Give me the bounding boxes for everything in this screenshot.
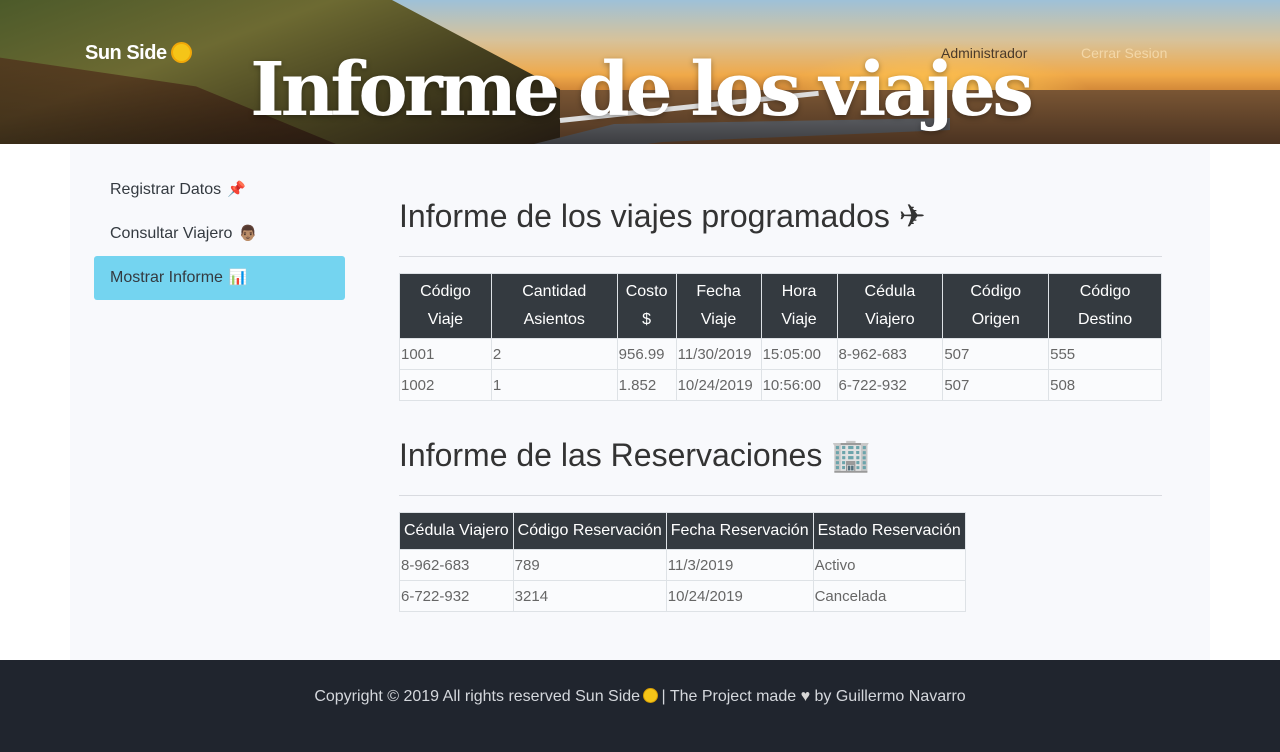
brand-logo[interactable]: Sun Side	[85, 42, 190, 65]
table-cell: 8-962-683	[836, 338, 944, 370]
trips-section-title: Informe de los viajes programados ✈	[399, 198, 926, 234]
report-content: Informe de los viajes programados ✈ Códi…	[399, 184, 1162, 612]
column-header: Código Viaje	[399, 273, 492, 339]
sidebar-menu: Registrar Datos 📌 Consultar Viajero 👨🏽 Mos…	[94, 168, 345, 300]
column-header: Código Reservación	[512, 512, 667, 550]
reservations-table-header: Cédula Viajero Código Reservación Fecha …	[399, 512, 966, 550]
column-header: Código Origen	[942, 273, 1050, 339]
column-header: Código Destino	[1048, 273, 1162, 339]
column-header: Fecha Reservación	[665, 512, 814, 550]
sidebar-item-registrar-datos[interactable]: Registrar Datos 📌	[94, 168, 345, 212]
person-icon: 👨🏽	[238, 225, 258, 242]
nav-admin-link[interactable]: Administrador	[941, 45, 1027, 61]
sidebar-item-label: Mostrar Informe	[110, 269, 223, 286]
brand-name: Sun Side	[85, 42, 167, 64]
pushpin-icon: 📌	[227, 181, 246, 198]
sidebar-item-label: Registrar Datos	[110, 181, 222, 198]
footer-project: | The Project made	[657, 688, 801, 705]
table-cell: 8-962-683	[399, 549, 514, 581]
sidebar-item-consultar-viajero[interactable]: Consultar Viajero 👨🏽	[94, 212, 345, 256]
table-cell: 6-722-932	[836, 369, 944, 401]
sun-icon	[172, 44, 190, 61]
column-header: Cédula Viajero	[399, 512, 514, 550]
table-cell: 956.99	[616, 338, 677, 370]
table-row: 1001 2 956.99 11/30/2019 15:05:00 8-962-…	[399, 338, 1162, 370]
table-cell: 3214	[512, 580, 667, 612]
footer: Copyright © 2019 All rights reserved Sun…	[0, 660, 1280, 752]
table-cell: 1001	[399, 338, 492, 370]
table-cell: 1	[490, 369, 618, 401]
table-cell: 10/24/2019	[665, 580, 814, 612]
reservations-section-title: Informe de las Reservaciones 🏢	[399, 437, 872, 473]
main-panel: Registrar Datos 📌 Consultar Viajero 👨🏽 Mos…	[70, 144, 1210, 660]
table-cell: 10:56:00	[760, 369, 838, 401]
reservations-table: Cédula Viajero Código Reservación Fecha …	[399, 512, 966, 612]
column-header: Estado Reservación	[812, 512, 966, 550]
footer-author: by Guillermo Navarro	[810, 688, 966, 705]
sidebar-item-label: Consultar Viajero	[110, 225, 233, 242]
table-cell: 2	[490, 338, 618, 370]
table-cell: 1.852	[616, 369, 677, 401]
table-cell: 507	[942, 369, 1050, 401]
column-header: Cantidad Asientos	[490, 273, 618, 339]
footer-copyright: Copyright © 2019 All rights reserved Sun…	[314, 688, 641, 705]
table-cell: 789	[512, 549, 667, 581]
table-row: 8-962-683 789 11/3/2019 Activo	[399, 549, 966, 581]
table-cell: 507	[942, 338, 1050, 370]
column-header: Fecha Viaje	[675, 273, 762, 339]
table-cell: Activo	[812, 549, 966, 581]
heart-icon: ♥	[800, 688, 811, 705]
header-banner: Informe de los viajes Sun Side Administr…	[0, 0, 1280, 144]
table-row: 1002 1 1.852 10/24/2019 10:56:00 6-722-9…	[399, 369, 1162, 401]
table-cell: 11/30/2019	[675, 338, 762, 370]
table-cell: 1002	[399, 369, 492, 401]
section-divider	[399, 495, 1162, 496]
table-cell: 6-722-932	[399, 580, 514, 612]
table-cell: 15:05:00	[760, 338, 838, 370]
trips-table: Código Viaje Cantidad Asientos Costo $ Fech…	[399, 273, 1162, 401]
column-header: Hora Viaje	[760, 273, 838, 339]
nav-logout-link[interactable]: Cerrar Sesion	[1081, 45, 1167, 61]
column-header: Cédula Viajero	[836, 273, 944, 339]
table-row: 6-722-932 3214 10/24/2019 Cancelada	[399, 580, 966, 612]
sidebar-item-mostrar-informe[interactable]: Mostrar Informe 📊	[94, 256, 345, 300]
trips-table-header: Código Viaje Cantidad Asientos Costo $ Fech…	[399, 273, 1162, 339]
table-cell: 10/24/2019	[675, 369, 762, 401]
section-divider	[399, 256, 1162, 257]
table-cell: 508	[1048, 369, 1162, 401]
column-header: Costo $	[616, 273, 677, 339]
sun-icon	[644, 689, 658, 702]
bar-chart-icon: 📊	[228, 269, 248, 286]
table-cell: 11/3/2019	[665, 549, 814, 581]
table-cell: 555	[1048, 338, 1162, 370]
table-cell: Cancelada	[812, 580, 966, 612]
